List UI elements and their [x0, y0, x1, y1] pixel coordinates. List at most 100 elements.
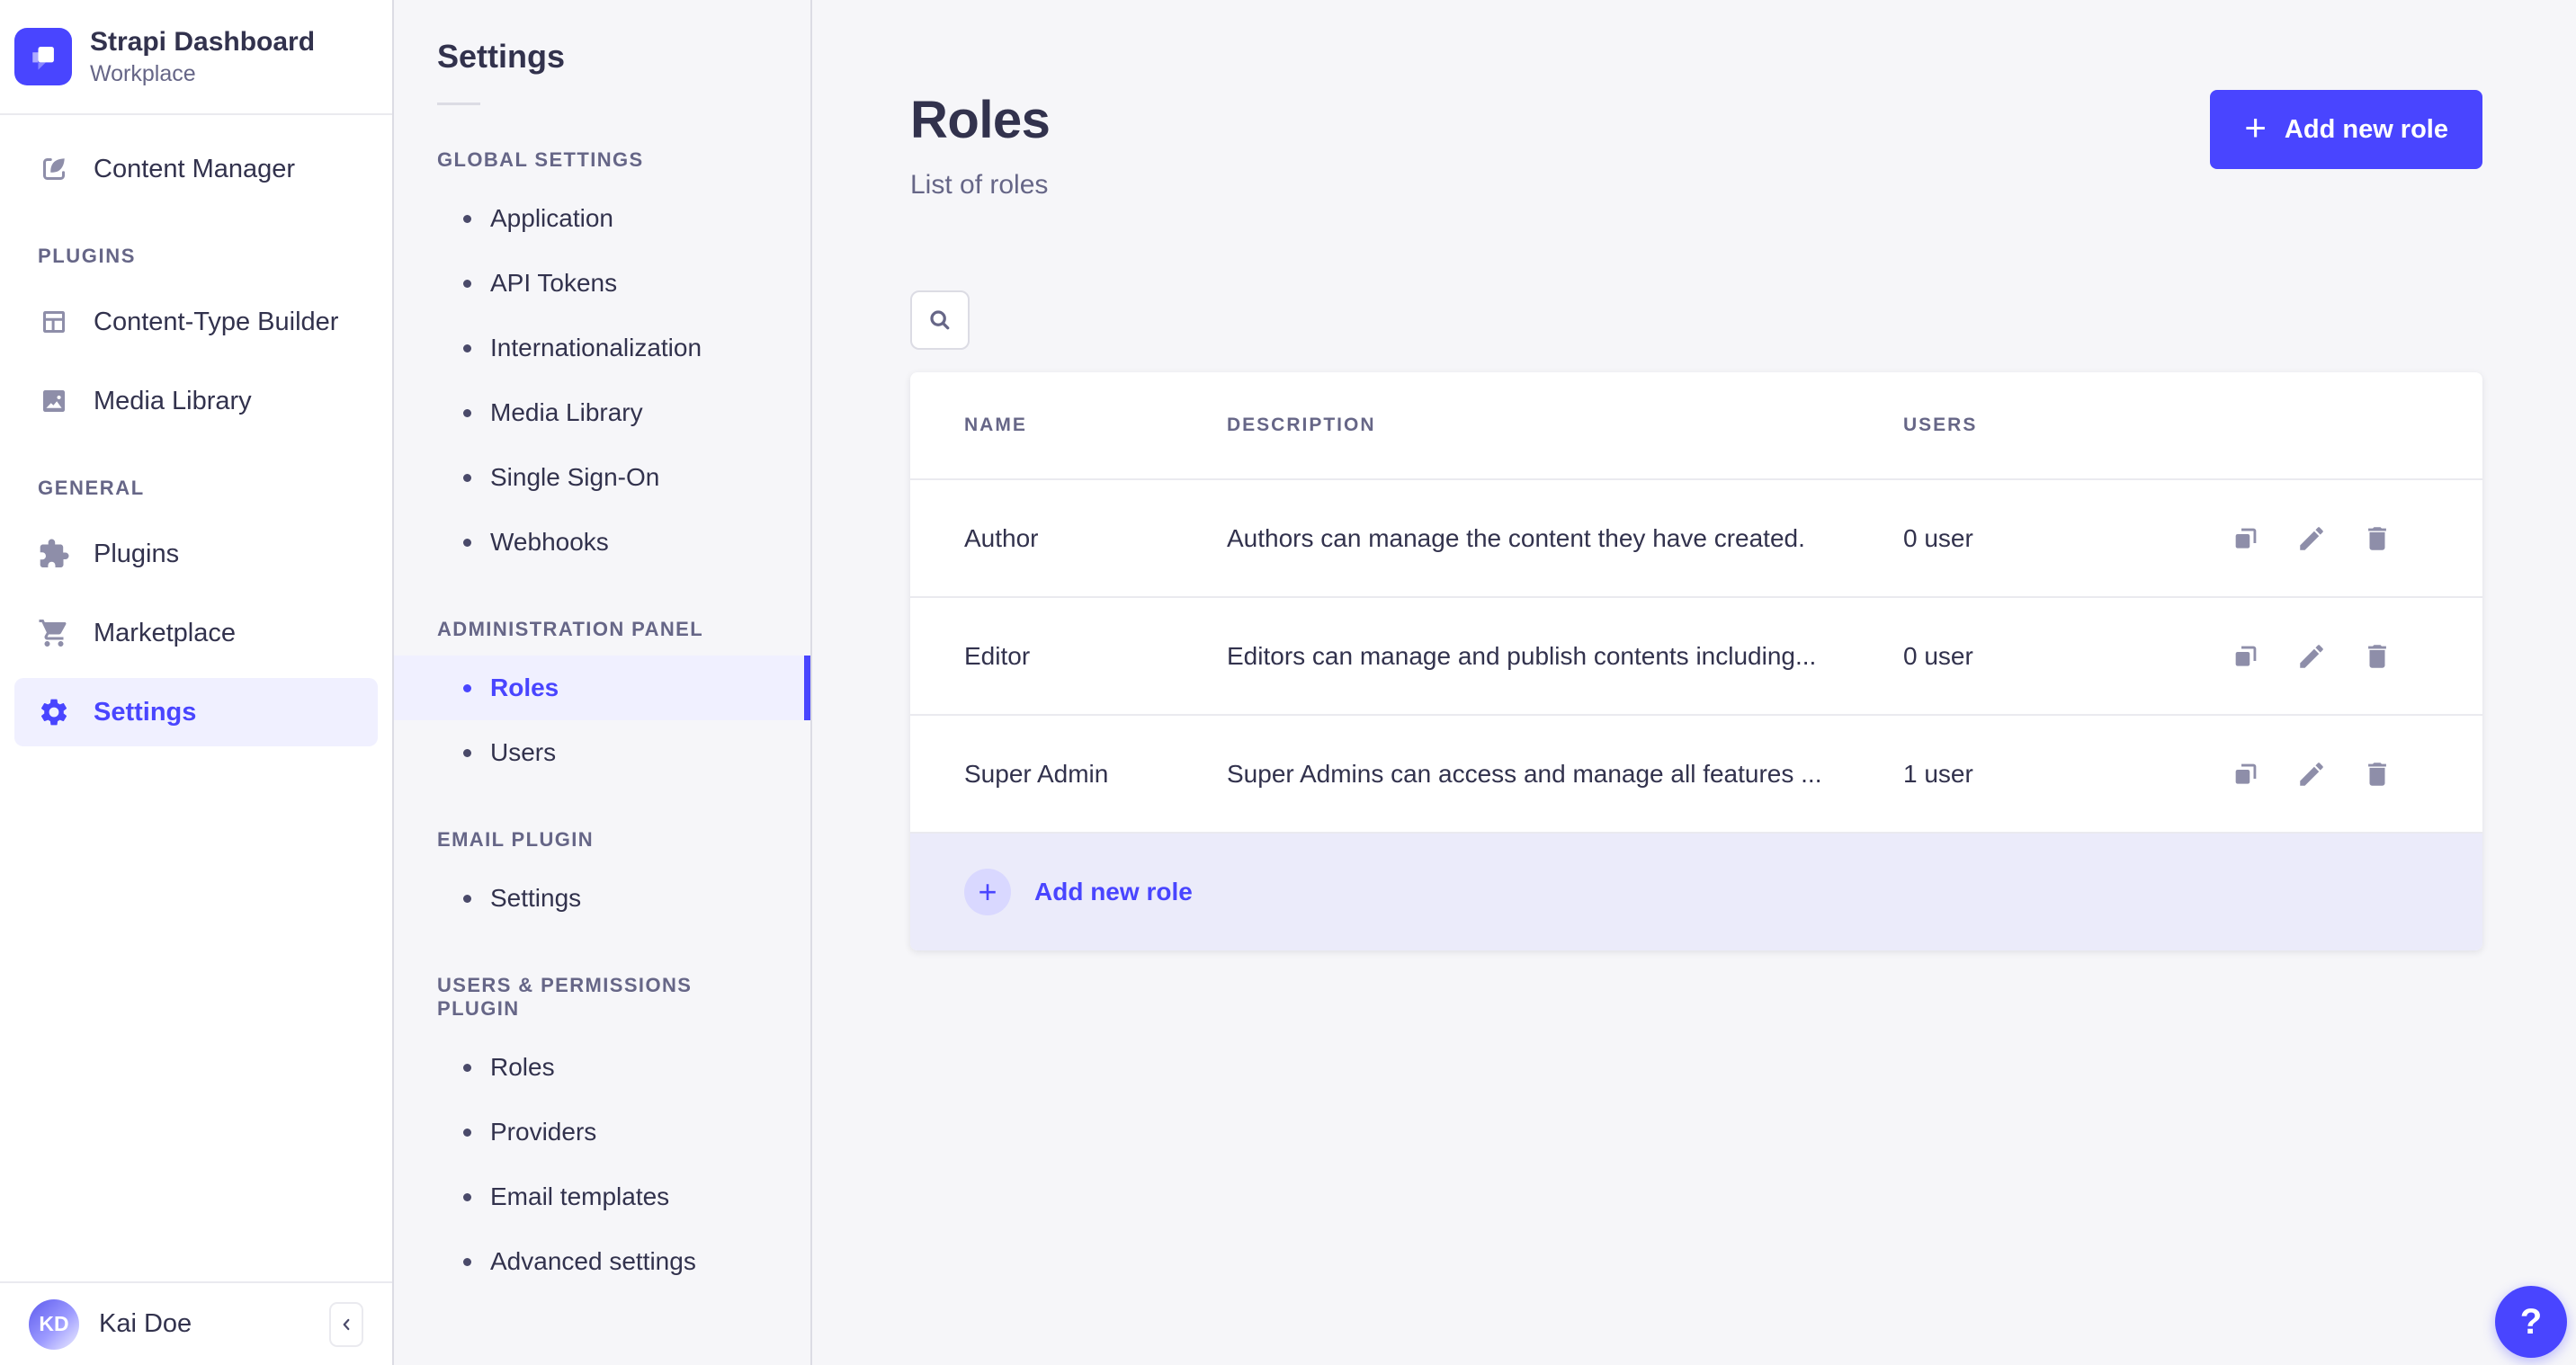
role-users-count: 1 user — [1903, 759, 1973, 788]
main-content: Roles List of roles + Add new role NAME … — [812, 0, 2576, 1365]
subnav-item-label: Roles — [490, 1053, 555, 1081]
bullet-dot — [463, 1063, 471, 1072]
sidebar-item-media-library[interactable]: Media Library — [14, 367, 378, 435]
toolbar — [910, 290, 2482, 350]
brand[interactable]: Strapi Dashboard Workplace — [0, 0, 392, 115]
sidebar-item-settings[interactable]: Settings — [14, 678, 378, 746]
help-button[interactable]: ? — [2495, 1286, 2567, 1358]
bullet-dot — [463, 1257, 471, 1266]
subnav-item-webhooks[interactable]: Webhooks — [394, 510, 810, 575]
page-title: Roles — [910, 91, 1051, 149]
bullet-dot — [463, 408, 471, 417]
row-actions — [2231, 522, 2393, 555]
subnav-section-global-settings: GLOBAL SETTINGS — [437, 148, 644, 171]
subnav-section-administration-panel: ADMINISTRATION PANEL — [437, 618, 704, 640]
sidebar-footer: KD Kai Doe — [0, 1281, 392, 1365]
bullet-dot — [463, 1128, 471, 1137]
duplicate-role-button[interactable] — [2231, 640, 2262, 673]
subnav-item-users[interactable]: Users — [394, 720, 810, 785]
page-subtitle: List of roles — [910, 170, 1049, 200]
sidebar-item-marketplace[interactable]: Marketplace — [14, 599, 378, 667]
sidebar-item-label: Media Library — [94, 386, 252, 415]
delete-role-button[interactable] — [2361, 758, 2393, 790]
role-description: Authors can manage the content they have… — [1227, 523, 1805, 552]
page-title-block: Roles List of roles — [910, 90, 1051, 201]
delete-role-button[interactable] — [2361, 522, 2393, 555]
subnav-item-label: Application — [490, 204, 613, 232]
column-header-description: DESCRIPTION — [1227, 415, 1376, 435]
edit-role-button[interactable] — [2296, 522, 2328, 555]
plus-icon: + — [2244, 106, 2267, 148]
table-row-super-admin[interactable]: Super Admin Super Admins can access and … — [910, 716, 2482, 834]
role-description: Editors can manage and publish contents … — [1227, 641, 1817, 670]
subnav-item-single-sign-on[interactable]: Single Sign-On — [394, 445, 810, 510]
table-footer-add-row[interactable]: + Add new role — [910, 834, 2482, 950]
subnav-item-label: Media Library — [490, 398, 643, 426]
avatar[interactable]: KD — [29, 1298, 79, 1350]
subnav-item-email-settings[interactable]: Settings — [394, 866, 810, 931]
gear-icon — [38, 696, 70, 728]
app-title: Strapi Dashboard — [90, 27, 316, 57]
app-root: Strapi Dashboard Workplace Content Manag… — [0, 0, 2576, 1365]
subnav-item-label: Advanced settings — [490, 1247, 696, 1275]
search-button[interactable] — [910, 290, 970, 350]
delete-role-button[interactable] — [2361, 640, 2393, 673]
column-header-name: NAME — [964, 415, 1027, 435]
subnav-item-media-library[interactable]: Media Library — [394, 380, 810, 445]
subnav-item-label: Roles — [490, 674, 559, 701]
subnav-item-label: API Tokens — [490, 269, 618, 297]
footer-add-label: Add new role — [1034, 878, 1193, 906]
subnav-item-label: Email templates — [490, 1182, 670, 1210]
subnav-section-email-plugin: EMAIL PLUGIN — [437, 828, 595, 851]
feather-pen-icon — [38, 153, 70, 185]
collapse-sidebar-button[interactable] — [329, 1301, 363, 1347]
subnav-item-advanced-settings[interactable]: Advanced settings — [394, 1229, 810, 1294]
role-name: Super Admin — [964, 759, 1109, 788]
subnav-item-internationalization[interactable]: Internationalization — [394, 316, 810, 380]
subnav-item-application[interactable]: Application — [394, 186, 810, 251]
sidebar-item-plugins[interactable]: Plugins — [14, 520, 378, 588]
add-new-role-button-label: Add new role — [2284, 114, 2448, 144]
bullet-dot — [463, 683, 471, 692]
edit-role-button[interactable] — [2296, 758, 2328, 790]
sidebar-item-label: Settings — [94, 697, 197, 727]
shopping-cart-icon — [38, 617, 70, 649]
edit-role-button[interactable] — [2296, 640, 2328, 673]
subnav-divider — [437, 103, 480, 105]
subnav-item-up-roles[interactable]: Roles — [394, 1035, 810, 1100]
sidebar-item-label: Plugins — [94, 539, 180, 568]
subnav-item-email-templates[interactable]: Email templates — [394, 1164, 810, 1229]
duplicate-role-button[interactable] — [2231, 758, 2262, 790]
sidebar-nav: Content Manager PLUGINS Content-Type Bui… — [0, 115, 392, 1281]
subnav-title: Settings — [437, 38, 566, 75]
table-row-editor[interactable]: Editor Editors can manage and publish co… — [910, 598, 2482, 716]
role-name: Editor — [964, 641, 1031, 670]
picture-icon — [38, 385, 70, 417]
roles-table-card: NAME DESCRIPTION USERS Author Authors ca… — [910, 372, 2482, 950]
duplicate-role-button[interactable] — [2231, 522, 2262, 555]
subnav-item-label: Settings — [490, 884, 582, 912]
sidebar-section-general: GENERAL — [38, 477, 145, 499]
add-new-role-button[interactable]: + Add new role — [2210, 90, 2482, 169]
column-header-users: USERS — [1903, 415, 1978, 435]
subnav-item-label: Webhooks — [490, 528, 609, 556]
sidebar-item-content-manager[interactable]: Content Manager — [14, 135, 378, 203]
subnav-item-label: Users — [490, 738, 557, 766]
row-actions — [2231, 758, 2393, 790]
bullet-dot — [463, 748, 471, 757]
workspace-name: Workplace — [90, 61, 196, 86]
settings-subnav: Settings GLOBAL SETTINGS Application API… — [394, 0, 812, 1365]
subnav-item-api-tokens[interactable]: API Tokens — [394, 251, 810, 316]
subnav-item-providers[interactable]: Providers — [394, 1100, 810, 1164]
layout-grid-icon — [38, 306, 70, 338]
subnav-item-roles[interactable]: Roles — [394, 656, 810, 720]
table-row-author[interactable]: Author Authors can manage the content th… — [910, 480, 2482, 598]
search-icon — [926, 307, 953, 334]
bullet-dot — [463, 538, 471, 547]
sidebar-item-label: Content Manager — [94, 154, 296, 183]
row-actions — [2231, 640, 2393, 673]
role-users-count: 0 user — [1903, 641, 1973, 670]
bullet-dot — [463, 894, 471, 903]
strapi-logo-icon — [14, 28, 72, 85]
sidebar-item-content-type-builder[interactable]: Content-Type Builder — [14, 288, 378, 356]
